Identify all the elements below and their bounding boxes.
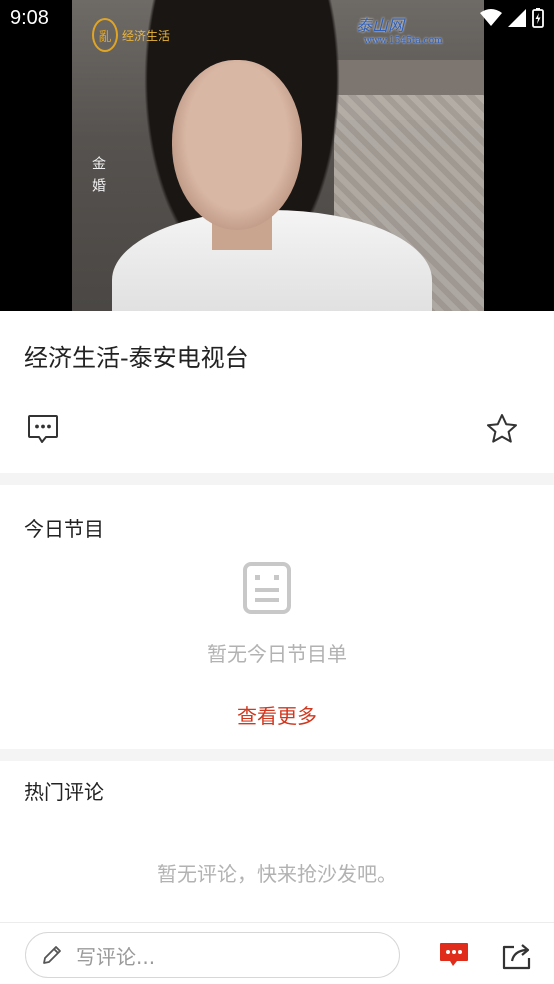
comments-bubble-icon[interactable] <box>438 941 470 969</box>
channel-title: 经济生活-泰安电视台 <box>24 344 249 372</box>
star-icon[interactable] <box>485 412 519 446</box>
status-time: 9:08 <box>10 7 49 29</box>
video-player[interactable]: 亂 经济生活 金婚 泰山网 www.1545ta.com <box>0 0 554 311</box>
battery-icon <box>532 8 544 28</box>
comment-input[interactable]: 写评论... <box>25 932 400 978</box>
section-divider <box>0 749 554 761</box>
comment-icon[interactable] <box>26 412 60 446</box>
pencil-icon <box>43 946 61 964</box>
today-program-heading: 今日节目 <box>24 517 104 541</box>
view-more-link[interactable]: 查看更多 <box>0 700 554 729</box>
comment-input-placeholder: 写评论... <box>76 944 156 969</box>
status-bar: 9:08 <box>0 0 554 38</box>
share-icon[interactable] <box>500 941 534 971</box>
hot-comments-heading: 热门评论 <box>24 780 104 804</box>
wifi-icon <box>480 9 502 26</box>
bottom-comment-bar: 写评论... <box>0 922 554 984</box>
hot-comments-empty-text: 暂无评论，快来抢沙发吧。 <box>157 862 397 886</box>
on-screen-caption: 金婚 <box>90 156 106 200</box>
today-program-empty-text: 暂无今日节目单 <box>207 642 347 666</box>
signal-icon <box>508 9 526 27</box>
document-icon <box>243 562 291 614</box>
status-icons <box>480 8 544 28</box>
section-divider <box>0 473 554 485</box>
